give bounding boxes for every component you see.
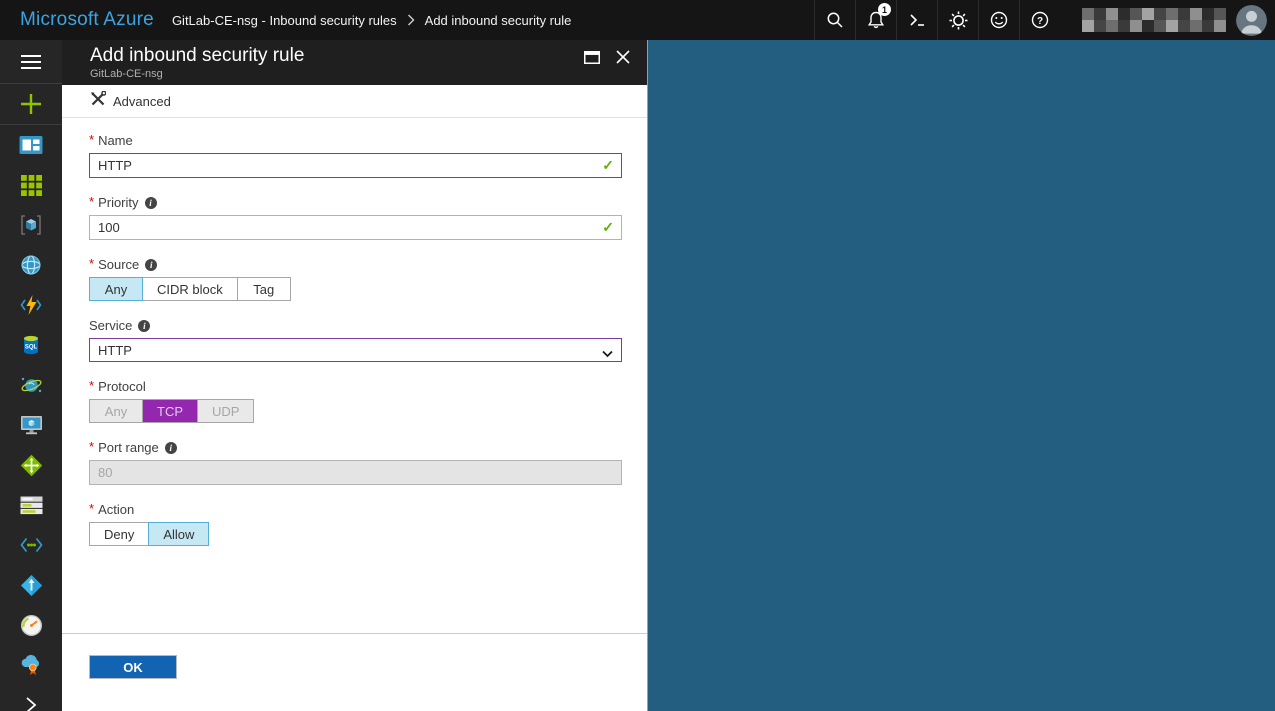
action-toggle: Deny Allow bbox=[89, 522, 647, 546]
sidebar-item-azure-active-directory-icon[interactable] bbox=[0, 565, 62, 605]
sidebar-item-function-apps-icon[interactable] bbox=[0, 285, 62, 325]
close-blade-icon[interactable] bbox=[614, 48, 632, 66]
sidebar-item-virtual-machines-icon[interactable] bbox=[0, 405, 62, 445]
maximize-blade-icon[interactable] bbox=[583, 48, 601, 66]
action-option-allow[interactable]: Allow bbox=[148, 522, 209, 546]
sidebar-item-cosmos-db-icon[interactable] bbox=[0, 365, 62, 405]
cloud-shell-icon[interactable] bbox=[896, 0, 937, 40]
breadcrumb-parent[interactable]: GitLab-CE-nsg - Inbound security rules bbox=[172, 13, 397, 28]
blade-header: Add inbound security rule GitLab-CE-nsg bbox=[62, 40, 647, 85]
info-icon[interactable] bbox=[138, 320, 150, 332]
sidebar-item-virtual-networks-icon[interactable] bbox=[0, 525, 62, 565]
notifications-icon[interactable]: 1 bbox=[855, 0, 896, 40]
action-field-group: * Action Deny Allow bbox=[89, 502, 647, 546]
source-option-tag[interactable]: Tag bbox=[237, 277, 291, 301]
port-range-field-group: * Port range bbox=[89, 440, 647, 485]
hamburger-menu-icon[interactable] bbox=[0, 40, 62, 83]
port-range-input bbox=[89, 460, 622, 485]
service-select[interactable]: HTTP bbox=[89, 338, 622, 362]
source-field-group: * Source Any CIDR block Tag bbox=[89, 257, 647, 301]
action-label: * Action bbox=[89, 502, 647, 517]
svg-text:?: ? bbox=[1037, 16, 1043, 27]
left-sidebar: SQL bbox=[0, 40, 62, 711]
sidebar-item-dashboard-icon[interactable] bbox=[0, 125, 62, 165]
sidebar-item-storage-accounts-icon[interactable] bbox=[0, 485, 62, 525]
sidebar-item-app-services-globe-icon[interactable] bbox=[0, 245, 62, 285]
sidebar-item-advisor-icon[interactable] bbox=[0, 645, 62, 685]
breadcrumb: GitLab-CE-nsg - Inbound security rules A… bbox=[172, 13, 571, 28]
action-option-deny[interactable]: Deny bbox=[89, 522, 149, 546]
advanced-button[interactable]: Advanced bbox=[90, 91, 171, 112]
topbar-right: 1 ? bbox=[814, 0, 1275, 40]
ok-button[interactable]: OK bbox=[89, 655, 177, 679]
protocol-label: * Protocol bbox=[89, 379, 647, 394]
required-asterisk: * bbox=[89, 256, 94, 271]
priority-input[interactable] bbox=[89, 215, 622, 240]
advanced-label: Advanced bbox=[113, 94, 171, 109]
sidebar-item-cube-icon[interactable] bbox=[0, 205, 62, 245]
service-label: Service bbox=[89, 318, 647, 333]
breadcrumb-chevron-icon bbox=[407, 14, 415, 26]
required-asterisk: * bbox=[89, 132, 94, 147]
name-input[interactable] bbox=[89, 153, 622, 178]
required-asterisk: * bbox=[89, 378, 94, 393]
settings-gear-icon[interactable] bbox=[937, 0, 978, 40]
notification-badge: 1 bbox=[878, 3, 891, 16]
service-selected-value: HTTP bbox=[98, 343, 132, 358]
feedback-smiley-icon[interactable] bbox=[978, 0, 1019, 40]
blade-title: Add inbound security rule bbox=[90, 45, 647, 67]
sidebar-item-all-resources-grid-icon[interactable] bbox=[0, 165, 62, 205]
protocol-option-any: Any bbox=[89, 399, 143, 423]
dashboard-background bbox=[649, 40, 1275, 711]
required-asterisk: * bbox=[89, 194, 94, 209]
blade-subtitle: GitLab-CE-nsg bbox=[90, 68, 647, 80]
source-option-cidr-block[interactable]: CIDR block bbox=[142, 277, 238, 301]
sidebar-item-sql-databases-icon[interactable]: SQL bbox=[0, 325, 62, 365]
user-avatar[interactable] bbox=[1236, 5, 1267, 36]
sidebar-item-load-balancers-icon[interactable] bbox=[0, 445, 62, 485]
sidebar-item-new-plus-icon[interactable] bbox=[0, 84, 62, 124]
info-icon[interactable] bbox=[145, 197, 157, 209]
rule-form: * Name * Priority * Source bbox=[62, 118, 647, 588]
priority-field-group: * Priority bbox=[89, 195, 647, 240]
breadcrumb-current: Add inbound security rule bbox=[425, 13, 572, 28]
required-asterisk: * bbox=[89, 439, 94, 454]
protocol-field-group: * Protocol Any TCP UDP bbox=[89, 379, 647, 423]
sidebar-item-monitor-gauge-icon[interactable] bbox=[0, 605, 62, 645]
sidebar-expand-chevron-icon[interactable] bbox=[0, 685, 62, 711]
protocol-option-udp: UDP bbox=[197, 399, 254, 423]
priority-label: * Priority bbox=[89, 195, 647, 210]
blade-toolbar: Advanced bbox=[62, 85, 647, 118]
tools-icon bbox=[90, 91, 106, 112]
source-toggle: Any CIDR block Tag bbox=[89, 277, 647, 301]
required-asterisk: * bbox=[89, 501, 94, 516]
source-option-any[interactable]: Any bbox=[89, 277, 143, 301]
name-field-group: * Name bbox=[89, 133, 647, 178]
help-icon[interactable]: ? bbox=[1019, 0, 1060, 40]
svg-text:SQL: SQL bbox=[25, 345, 38, 351]
top-bar: Microsoft Azure GitLab-CE-nsg - Inbound … bbox=[0, 0, 1275, 40]
service-field-group: Service HTTP bbox=[89, 318, 647, 362]
blade-footer: OK bbox=[62, 633, 647, 711]
info-icon[interactable] bbox=[165, 442, 177, 454]
search-icon[interactable] bbox=[814, 0, 855, 40]
name-label: * Name bbox=[89, 133, 647, 148]
chevron-down-icon bbox=[602, 346, 613, 361]
redacted-username bbox=[1082, 8, 1226, 32]
protocol-toggle: Any TCP UDP bbox=[89, 399, 647, 423]
azure-logo[interactable]: Microsoft Azure bbox=[20, 9, 154, 31]
source-label: * Source bbox=[89, 257, 647, 272]
info-icon[interactable] bbox=[145, 259, 157, 271]
add-inbound-security-rule-blade: Add inbound security rule GitLab-CE-nsg … bbox=[62, 40, 648, 711]
protocol-option-tcp: TCP bbox=[142, 399, 198, 423]
port-range-label: * Port range bbox=[89, 440, 647, 455]
